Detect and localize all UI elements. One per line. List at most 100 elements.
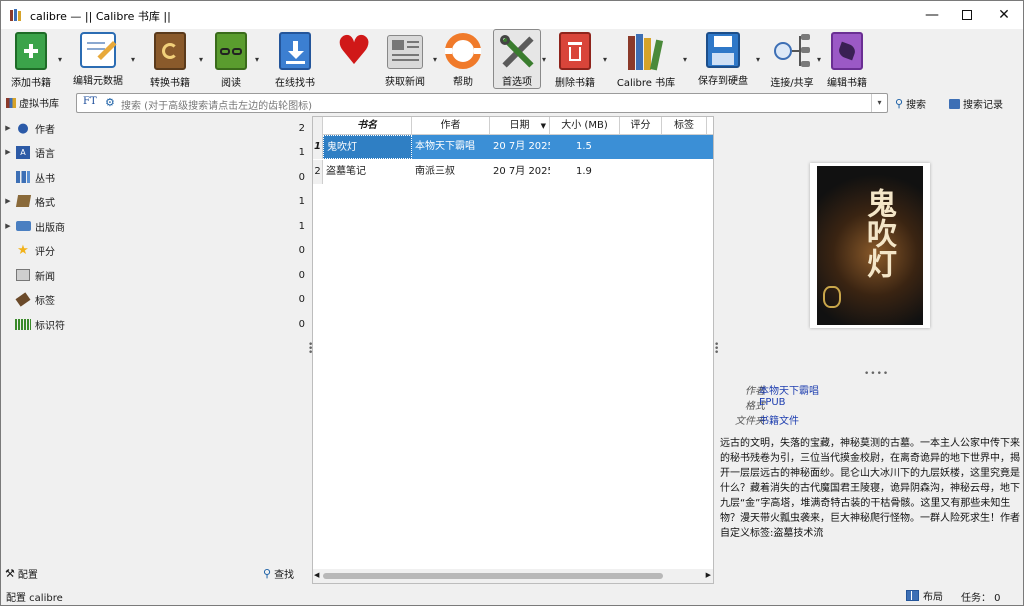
read-book-button[interactable]: 阅读 xyxy=(211,29,251,89)
remove-books-dropdown-arrow[interactable]: ▾ xyxy=(603,55,607,64)
column-header-date[interactable]: 日期 ▼ xyxy=(490,117,550,135)
category-tags[interactable]: 标签 0 xyxy=(1,287,311,311)
cell-title[interactable]: 盗墓笔记 xyxy=(323,160,412,184)
meta-folder: 文件夹 书籍文件 xyxy=(717,412,1023,427)
news-icon xyxy=(15,267,31,283)
expand-arrow-icon[interactable]: ▶ xyxy=(3,148,13,156)
remove-books-button[interactable]: 删除书籍 xyxy=(551,29,599,89)
horizontal-scrollbar[interactable]: ◀ ▶ xyxy=(313,569,713,583)
category-authors[interactable]: ▶ ● 作者 2 xyxy=(1,116,311,140)
category-formats[interactable]: ▶ 格式 1 xyxy=(1,189,311,213)
cell-title[interactable]: 鬼吹灯 xyxy=(323,135,412,159)
table-header: 书名 作者 日期 ▼ 大小 (MB) 评分 标签 xyxy=(313,117,713,135)
convert-books-icon xyxy=(154,32,186,70)
book-cover[interactable]: 鬼吹灯 xyxy=(810,163,930,328)
book-list-table: 书名 作者 日期 ▼ 大小 (MB) 评分 标签 1 鬼吹灯 本物天下霸唱 20 … xyxy=(312,116,714,584)
cover-splitter-handle[interactable]: •••• xyxy=(864,370,889,379)
minimize-icon: — xyxy=(925,7,939,23)
table-row[interactable]: 1 鬼吹灯 本物天下霸唱 20 7月 2025 1.5 xyxy=(313,135,713,159)
preferences-dropdown-arrow[interactable]: ▾ xyxy=(542,55,546,64)
meta-format-link[interactable]: EPUB xyxy=(759,397,786,408)
edit-book-label: 编辑书籍 xyxy=(827,78,867,89)
column-header-size[interactable]: 大小 (MB) xyxy=(550,117,620,135)
layout-label: 布局 xyxy=(923,592,943,603)
save-to-disk-label: 保存到硬盘 xyxy=(698,76,748,87)
cell-author[interactable]: 南派三叔 xyxy=(412,160,490,184)
column-header-rating[interactable]: 评分 xyxy=(620,117,662,135)
expand-arrow-icon[interactable]: ▶ xyxy=(3,222,13,230)
expand-arrow-icon[interactable]: ▶ xyxy=(3,197,13,205)
convert-books-button[interactable]: 转换书籍 xyxy=(146,29,194,89)
scrollbar-thumb[interactable] xyxy=(323,573,663,579)
scroll-left-icon[interactable]: ◀ xyxy=(314,571,319,579)
category-publisher[interactable]: ▶ 出版商 1 xyxy=(1,214,311,238)
meta-author-link[interactable]: 本物天下霸唱 xyxy=(759,382,819,397)
get-books-icon xyxy=(279,32,311,70)
edit-metadata-button[interactable]: 编辑元数据 xyxy=(71,29,125,89)
help-button[interactable]: 帮助 xyxy=(441,29,485,89)
donate-button[interactable]: ♥ xyxy=(331,29,377,89)
search-input[interactable]: 搜索 (对于高级搜索请点击左边的齿轮图标) xyxy=(121,97,312,112)
expand-arrow-icon[interactable]: ▶ xyxy=(3,124,13,132)
configure-tag-browser-button[interactable]: ⚒ 配置 xyxy=(5,566,38,581)
connect-share-button[interactable]: 连接/共享 xyxy=(766,29,818,89)
column-header-title[interactable]: 书名 xyxy=(323,117,412,135)
connect-share-dropdown-arrow[interactable]: ▾ xyxy=(817,55,821,64)
jobs-indicator[interactable]: 任务： 0 xyxy=(961,589,1001,604)
table-row[interactable]: 2 盗墓笔记 南派三叔 20 7月 2025 1.9 xyxy=(313,160,713,184)
cell-author[interactable]: 本物天下霸唱 xyxy=(412,135,490,159)
library-icon xyxy=(626,32,666,71)
read-book-dropdown-arrow[interactable]: ▾ xyxy=(255,55,259,64)
edit-book-button[interactable]: 编辑书籍 xyxy=(824,29,870,89)
category-series[interactable]: 丛书 0 xyxy=(1,165,311,189)
cell-size[interactable]: 1.9 xyxy=(550,160,620,184)
gear-icon[interactable]: ⚙ xyxy=(105,96,115,109)
save-to-disk-button[interactable]: 保存到硬盘 xyxy=(695,29,751,89)
category-label: 出版商 xyxy=(35,222,65,234)
virtual-library-icon xyxy=(6,97,16,108)
save-to-disk-icon xyxy=(706,32,740,68)
help-label: 帮助 xyxy=(453,77,473,88)
search-button[interactable]: ⚲ 搜索 xyxy=(895,96,926,111)
row-number-header xyxy=(313,117,323,135)
category-news[interactable]: 新闻 0 xyxy=(1,263,311,287)
find-in-tag-browser-button[interactable]: ⚲ 查找 xyxy=(263,566,294,581)
category-count: 0 xyxy=(298,318,305,330)
category-identifiers[interactable]: 标识符 0 xyxy=(1,312,311,336)
read-book-label: 阅读 xyxy=(221,78,241,89)
category-languages[interactable]: ▶ A 语言 1 xyxy=(1,140,311,164)
category-count: 0 xyxy=(298,244,305,256)
meta-folder-link[interactable]: 书籍文件 xyxy=(759,412,799,427)
close-button[interactable]: ✕ xyxy=(981,1,1023,29)
add-books-dropdown-arrow[interactable]: ▾ xyxy=(58,55,62,64)
cell-date[interactable]: 20 7月 2025 xyxy=(490,160,550,184)
add-books-button[interactable]: 添加书籍 xyxy=(7,29,55,89)
layout-button[interactable]: 布局 xyxy=(906,588,943,603)
library-button[interactable]: Calibre 书库 xyxy=(614,29,678,89)
search-box[interactable]: FT ⚙ 搜索 (对于高级搜索请点击左边的齿轮图标) ▾ xyxy=(76,93,888,113)
column-header-tags[interactable]: 标签 xyxy=(662,117,707,135)
virtual-library-button[interactable]: 虚拟书库 xyxy=(6,95,59,110)
category-rating[interactable]: ★ 评分 0 xyxy=(1,238,311,262)
preferences-button[interactable]: 首选项 xyxy=(493,29,541,89)
cell-rating-tags[interactable] xyxy=(620,135,713,159)
save-to-disk-dropdown-arrow[interactable]: ▾ xyxy=(756,55,760,64)
scroll-right-icon[interactable]: ▶ xyxy=(706,571,711,579)
get-books-button[interactable]: 在线找书 xyxy=(271,29,319,89)
fetch-news-icon xyxy=(387,35,423,69)
category-count: 1 xyxy=(298,146,305,158)
fetch-news-dropdown-arrow[interactable]: ▾ xyxy=(433,55,437,64)
connect-share-label: 连接/共享 xyxy=(770,78,814,89)
connect-share-icon xyxy=(772,32,812,70)
edit-metadata-dropdown-arrow[interactable]: ▾ xyxy=(131,55,135,64)
full-text-search-icon[interactable]: FT xyxy=(83,96,97,107)
saved-searches-button[interactable]: 搜索记录 xyxy=(949,96,1003,111)
column-header-author[interactable]: 作者 xyxy=(412,117,490,135)
cell-size[interactable]: 1.5 xyxy=(550,135,620,159)
library-dropdown-arrow[interactable]: ▾ xyxy=(683,55,687,64)
fetch-news-button[interactable]: 获取新闻 xyxy=(381,29,429,89)
search-history-dropdown[interactable]: ▾ xyxy=(871,94,887,112)
category-count: 0 xyxy=(298,171,305,183)
convert-books-dropdown-arrow[interactable]: ▾ xyxy=(199,55,203,64)
cell-date[interactable]: 20 7月 2025 xyxy=(490,135,550,159)
